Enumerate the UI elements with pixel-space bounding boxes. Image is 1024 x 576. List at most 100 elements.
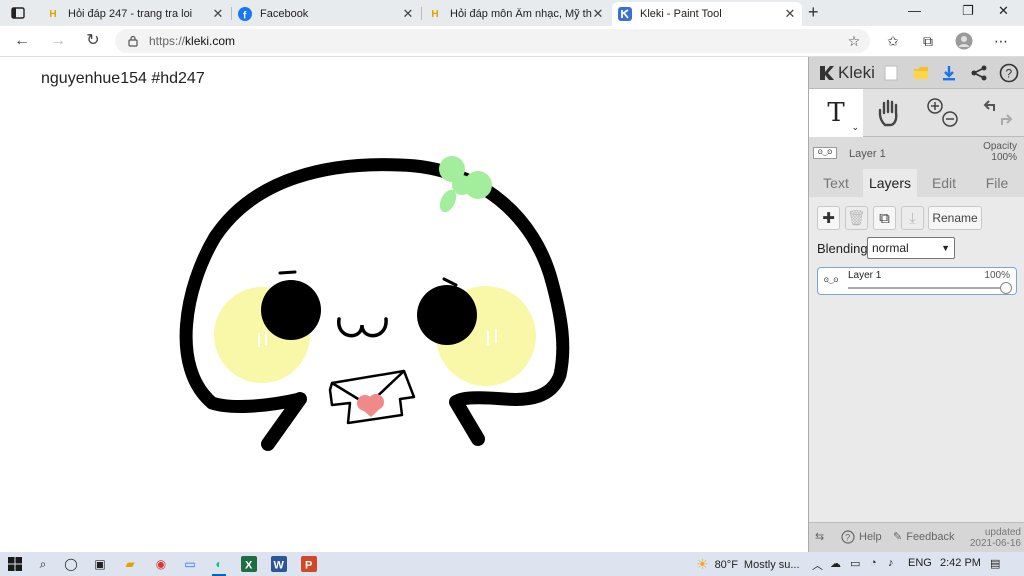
browser-tab-facebook[interactable]: f Facebook ✕ <box>232 2 420 26</box>
browser-tab-kleki[interactable]: Kleki - Paint Tool ✕ <box>612 2 802 26</box>
help-link[interactable]: ? Help <box>841 530 882 544</box>
feedback-link[interactable]: ✎ Feedback <box>893 530 955 544</box>
svg-text:?: ? <box>1006 67 1013 81</box>
undo-icon[interactable] <box>983 100 995 111</box>
url-protocol: https:// <box>149 34 186 48</box>
collections-icon[interactable]: ⧉ <box>919 32 937 50</box>
back-icon[interactable]: ← <box>12 31 32 51</box>
address-bar[interactable]: https:// kleki.com <box>115 29 870 53</box>
cortana-icon[interactable]: ◯ <box>62 555 80 573</box>
forward-icon[interactable]: → <box>48 31 68 51</box>
panel-footer: ⇆ ? Help ✎ Feedback updated 2021-06-16 <box>809 522 1024 552</box>
blending-label: Blending <box>817 241 868 256</box>
browser-tab-strip: H Hỏi đáp 247 - trang tra loi ✕ f Facebo… <box>0 0 1024 26</box>
close-tab-icon[interactable]: ✕ <box>402 6 414 22</box>
layer-opacity-slider[interactable] <box>848 282 1012 294</box>
mouth <box>337 317 388 338</box>
right-eye <box>417 285 477 345</box>
redo-icon[interactable] <box>1001 114 1013 125</box>
close-tab-icon[interactable]: ✕ <box>212 6 224 22</box>
more-menu-icon[interactable]: ⋯ <box>992 32 1010 50</box>
restore-icon[interactable]: ❐ <box>962 3 974 19</box>
updated-info: updated 2021-06-16 <box>969 527 1021 549</box>
tab-text[interactable]: Text <box>811 169 861 197</box>
swap-side-icon[interactable]: ⇆ <box>815 530 824 543</box>
volume-icon[interactable]: ♪ <box>888 557 894 569</box>
cartoon-drawing <box>179 156 570 451</box>
notifications-icon[interactable]: ▤ <box>990 557 1000 570</box>
excel-icon[interactable]: X <box>240 555 258 573</box>
merge-down-button[interactable]: ⤓ <box>901 206 924 230</box>
new-image-icon[interactable] <box>881 63 901 83</box>
sun-cloud-icon: ☀ <box>696 556 709 572</box>
opacity-readout: Opacity 100% <box>983 141 1017 163</box>
close-tab-icon[interactable]: ✕ <box>592 6 604 22</box>
search-icon[interactable]: ⌕ <box>34 555 52 573</box>
language-indicator[interactable]: ENG <box>908 557 932 569</box>
text-tool-icon: T <box>827 98 845 128</box>
edge-browser-icon[interactable]: ◐ <box>210 555 228 576</box>
browser-tab-hoidap[interactable]: H Hỏi đáp 247 - trang tra loi ✕ <box>40 2 230 26</box>
panel-tabs: Text Layers Edit File <box>809 169 1024 197</box>
tray-chevron-up-icon[interactable]: ︿ <box>812 557 823 573</box>
hand-tool-button[interactable] <box>863 89 917 137</box>
add-favorite-icon[interactable]: ☆ <box>845 32 863 50</box>
file-explorer-icon[interactable]: ▰ <box>121 555 139 573</box>
kleki-favicon-icon <box>618 7 632 21</box>
clock[interactable]: 2:42 PM <box>940 557 981 569</box>
close-tab-icon[interactable]: ✕ <box>784 6 796 22</box>
wifi-icon[interactable]: ◔ <box>870 557 877 569</box>
tab-layers[interactable]: Layers <box>863 169 917 197</box>
zoom-tool-button[interactable] <box>917 89 971 137</box>
left-eye <box>261 280 321 340</box>
hoidap-favicon-icon: H <box>49 8 57 20</box>
tab-file[interactable]: File <box>971 169 1023 197</box>
chevron-down-icon[interactable]: ⌄ <box>851 122 859 133</box>
tab-actions-icon[interactable] <box>10 5 26 21</box>
word-icon[interactable]: W <box>270 555 288 573</box>
computer-icon[interactable]: ▭ <box>181 555 199 573</box>
leaf-sprout <box>439 156 492 213</box>
profile-avatar[interactable] <box>955 32 973 50</box>
windows-taskbar: ⌕ ◯ ▣ ▰ ◉ ▭ ◐ X W P ☀ 80°F Mostly su... … <box>0 552 1024 576</box>
kleki-logo-icon <box>820 66 834 80</box>
layer-thumbnail: ʘ‿ʘ <box>813 147 837 159</box>
history-tool-button[interactable] <box>971 89 1024 137</box>
blending-mode-select[interactable]: normal ▼ <box>867 237 955 259</box>
share-icon[interactable] <box>969 63 989 83</box>
browser-tab-hoidap-amnhac[interactable]: H Hỏi đáp môn Âm nhạc, Mỹ thuật ✕ <box>422 2 610 26</box>
rename-layer-button[interactable]: Rename <box>928 206 982 230</box>
delete-layer-button[interactable]: 🗑 <box>845 206 868 230</box>
close-window-icon[interactable]: ✕ <box>998 3 1009 19</box>
windows-start-icon[interactable] <box>6 555 24 573</box>
add-layer-button[interactable]: ✚ <box>817 206 840 230</box>
favorites-icon[interactable]: ✩ <box>884 32 902 50</box>
tab-edit[interactable]: Edit <box>919 169 969 197</box>
layer-thumbnail: ʘ‿ʘ <box>824 278 839 284</box>
refresh-icon[interactable]: ↻ <box>83 31 103 51</box>
network-icon[interactable]: ☁ <box>830 557 841 570</box>
task-view-icon[interactable]: ▣ <box>91 555 109 573</box>
zoom-in-icon[interactable] <box>927 98 943 114</box>
minimize-icon[interactable]: — <box>908 3 921 18</box>
plus-icon: ✚ <box>822 210 835 227</box>
current-layer-strip: ʘ‿ʘ Layer 1 Opacity 100% <box>809 137 1024 167</box>
right-arm <box>449 395 485 446</box>
weather-widget[interactable]: ☀ 80°F Mostly su... <box>696 556 800 573</box>
new-tab-button[interactable]: + <box>808 2 819 23</box>
ccleaner-icon[interactable]: ◉ <box>152 555 170 573</box>
merge-down-icon: ⤓ <box>909 209 916 227</box>
drawing-canvas[interactable]: nguyenhue154 #hd247 <box>0 57 808 552</box>
open-file-icon[interactable] <box>911 63 931 83</box>
layer-list-item[interactable]: ʘ‿ʘ Layer 1 100% <box>817 267 1017 295</box>
kleki-logo[interactable]: Kleki <box>817 63 875 83</box>
svg-text:X: X <box>245 560 253 572</box>
help-icon[interactable]: ? <box>999 63 1019 83</box>
battery-icon[interactable]: ▭ <box>850 557 860 570</box>
duplicate-layer-button[interactable]: ⧉ <box>873 206 896 230</box>
powerpoint-icon[interactable]: P <box>300 555 318 573</box>
layer-opacity-handle[interactable] <box>1000 282 1012 294</box>
zoom-out-icon[interactable] <box>942 111 958 127</box>
text-tool-button[interactable]: T ⌄ <box>809 89 863 137</box>
download-icon[interactable] <box>939 63 959 83</box>
